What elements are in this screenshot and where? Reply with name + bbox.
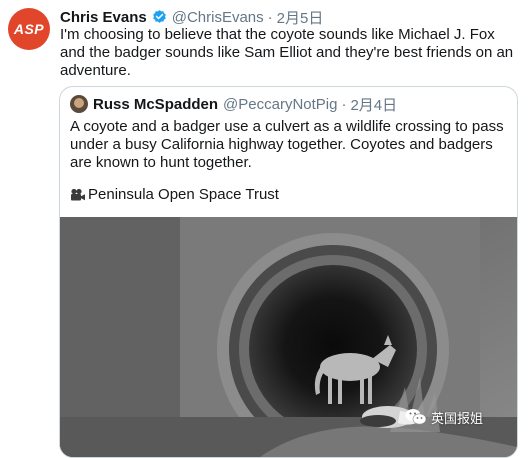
tweet-date[interactable]: 2月5日 bbox=[277, 7, 324, 28]
author-handle[interactable]: @ChrisEvans bbox=[172, 9, 264, 26]
quoted-tweet-source: Peninsula Open Space Trust bbox=[70, 186, 279, 204]
tweet-header: Chris Evans @ChrisEvans · 2月5日 bbox=[60, 7, 323, 27]
watermark-text: 英国报姐 bbox=[431, 410, 484, 426]
quoted-author-handle[interactable]: @PeccaryNotPig bbox=[223, 96, 337, 113]
watermark: 英国报姐 bbox=[405, 406, 483, 428]
quoted-tweet-header: Russ McSpadden @PeccaryNotPig · 2月4日 bbox=[93, 94, 397, 115]
separator-dot: · bbox=[267, 8, 273, 26]
source-label: Peninsula Open Space Trust bbox=[88, 186, 279, 203]
avatar-logo-text: ASP bbox=[13, 21, 45, 37]
author-name[interactable]: Chris Evans bbox=[60, 9, 147, 26]
video-camera-icon bbox=[70, 188, 86, 202]
tweet-text: I'm choosing to believe that the coyote … bbox=[60, 26, 514, 79]
quoted-separator-dot: · bbox=[341, 95, 347, 113]
quoted-tweet[interactable]: Russ McSpadden @PeccaryNotPig · 2月4日 A c… bbox=[59, 86, 518, 458]
quoted-tweet-text: A coyote and a badger use a culvert as a… bbox=[70, 118, 504, 171]
wechat-icon bbox=[405, 408, 427, 426]
avatar[interactable]: ASP bbox=[8, 8, 50, 50]
quoted-author-name[interactable]: Russ McSpadden bbox=[93, 96, 218, 113]
quoted-tweet-date[interactable]: 2月4日 bbox=[350, 94, 397, 115]
quoted-avatar[interactable] bbox=[70, 95, 88, 113]
verified-badge-icon bbox=[151, 9, 168, 26]
